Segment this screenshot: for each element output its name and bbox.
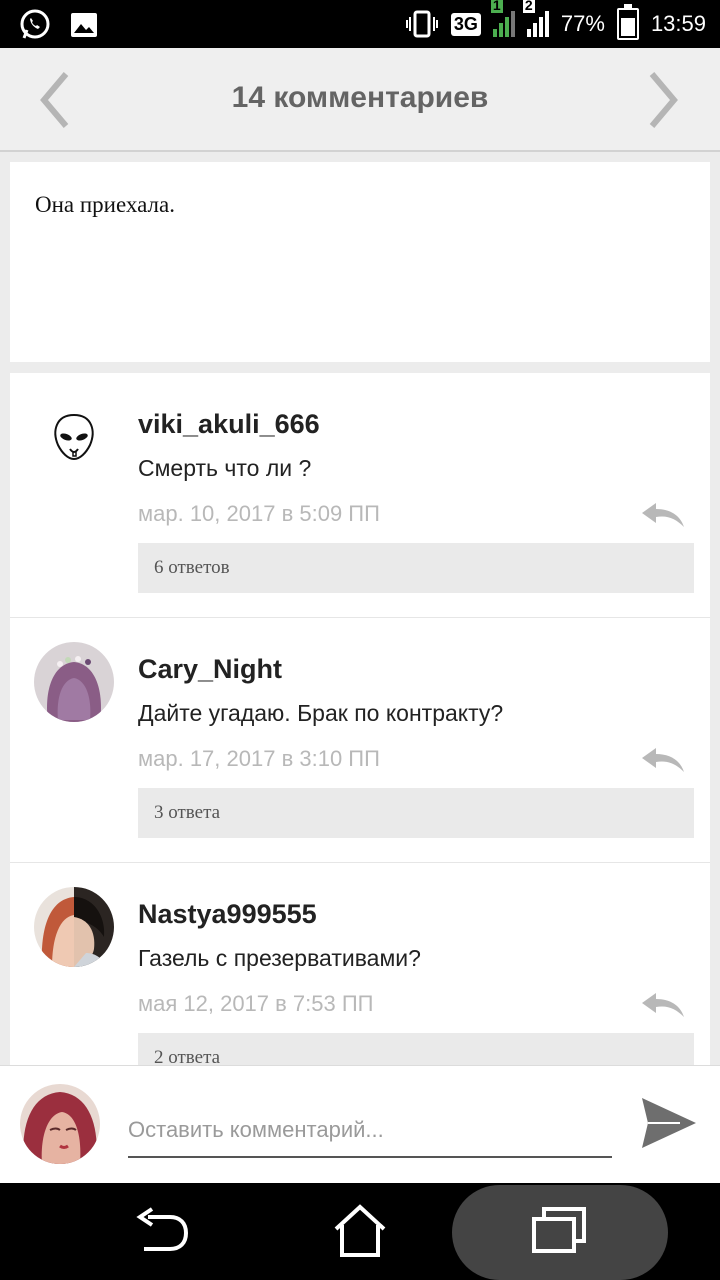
system-nav-bar bbox=[0, 1183, 720, 1280]
sim1-label: 1 bbox=[490, 0, 503, 13]
alien-face-icon bbox=[54, 413, 94, 461]
comment-username[interactable]: Cary_Night bbox=[138, 654, 282, 685]
clock: 13:59 bbox=[650, 11, 706, 36]
comment-compose-bar bbox=[0, 1065, 720, 1183]
recents-icon[interactable] bbox=[530, 1201, 590, 1261]
comment-date: мая 12, 2017 в 7:53 ПП bbox=[138, 991, 374, 1016]
avatar[interactable] bbox=[34, 397, 114, 477]
battery-percent: 77% bbox=[560, 11, 605, 36]
comments-list: viki_akuli_666 Смерть что ли ? мар. 10, … bbox=[10, 373, 710, 1065]
comment-text: Газель с презервативами? bbox=[138, 945, 421, 971]
replies-button[interactable]: 6 ответов bbox=[138, 543, 694, 593]
user-photo-icon bbox=[20, 1084, 100, 1164]
comment-date: мар. 17, 2017 в 3:10 ПП bbox=[138, 746, 380, 771]
app-header: 14 комментариев bbox=[0, 48, 720, 152]
avatar[interactable] bbox=[34, 642, 114, 722]
comment-text: Смерть что ли ? bbox=[138, 455, 312, 481]
home-icon[interactable] bbox=[330, 1201, 390, 1261]
post-text: Она приехала. bbox=[35, 192, 175, 217]
image-icon bbox=[70, 11, 98, 39]
avatar bbox=[20, 1084, 100, 1164]
chevron-right-icon[interactable] bbox=[636, 70, 686, 130]
replies-button[interactable]: 3 ответа bbox=[138, 788, 694, 838]
comment-text: Дайте угадаю. Брак по контракту? bbox=[138, 700, 504, 726]
comment-username[interactable]: Nastya999555 bbox=[138, 899, 317, 930]
avatar[interactable] bbox=[34, 887, 114, 967]
user-photo-icon bbox=[34, 887, 114, 967]
reply-icon[interactable] bbox=[640, 746, 686, 774]
send-icon[interactable] bbox=[640, 1096, 698, 1150]
signal-2-icon: 2 bbox=[522, 0, 549, 37]
battery-icon bbox=[616, 4, 639, 40]
comment-input[interactable] bbox=[128, 1104, 612, 1158]
user-photo-icon bbox=[34, 642, 114, 722]
comment-item: Nastya999555 Газель с презервативами? ма… bbox=[10, 863, 710, 1065]
reply-icon[interactable] bbox=[640, 501, 686, 529]
post-card: Она приехала. bbox=[10, 162, 710, 362]
comment-username[interactable]: viki_akuli_666 bbox=[138, 409, 320, 440]
vibrate-icon bbox=[405, 10, 439, 38]
page-title: 14 комментариев bbox=[231, 81, 489, 114]
replies-button[interactable]: 2 ответа bbox=[138, 1033, 694, 1065]
reply-icon[interactable] bbox=[640, 991, 686, 1019]
sim2-label: 2 bbox=[522, 0, 535, 13]
comment-item: viki_akuli_666 Смерть что ли ? мар. 10, … bbox=[10, 373, 710, 618]
status-bar: 3G 1 2 77% 13:59 bbox=[0, 0, 720, 48]
comment-item: Cary_Night Дайте угадаю. Брак по контрак… bbox=[10, 618, 710, 863]
whatsapp-icon bbox=[18, 8, 52, 42]
back-icon[interactable] bbox=[130, 1201, 190, 1261]
network-type-badge: 3G bbox=[450, 12, 481, 36]
signal-icon: 1 bbox=[490, 0, 515, 37]
comment-date: мар. 10, 2017 в 5:09 ПП bbox=[138, 501, 380, 526]
